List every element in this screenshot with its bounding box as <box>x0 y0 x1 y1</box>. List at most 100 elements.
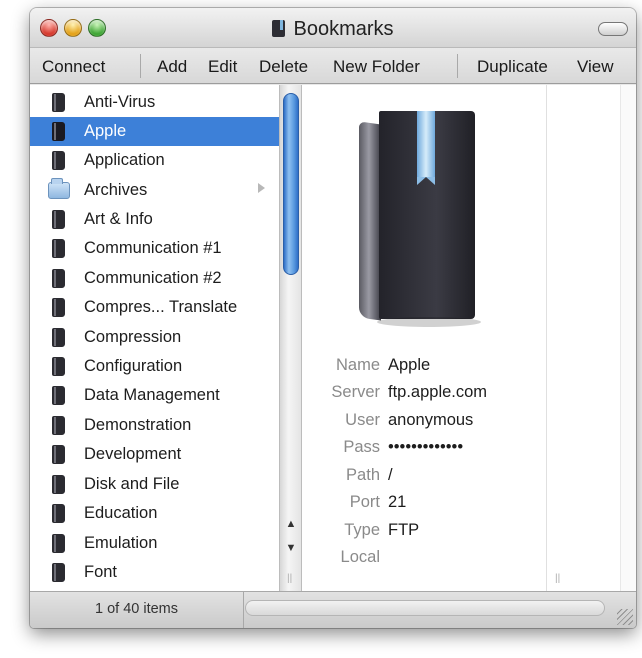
list-item[interactable]: Education <box>30 499 279 528</box>
list-item[interactable]: Emulation <box>30 529 279 558</box>
detail-key: Type <box>344 521 380 539</box>
list-item[interactable]: Compres... Translate <box>30 293 279 322</box>
detail-row-server: Server ftp.apple.com <box>303 383 546 409</box>
detail-value: anonymous <box>388 411 474 429</box>
list-item[interactable]: Data Management <box>30 381 279 410</box>
list-item[interactable]: Disk and File <box>30 470 279 499</box>
book-icon <box>52 504 65 523</box>
scroll-thumb[interactable] <box>283 93 299 275</box>
toolbar-toggle-button[interactable] <box>598 22 628 36</box>
book-icon <box>52 298 65 317</box>
list-item-label: Data Management <box>84 386 220 404</box>
bookmark-list[interactable]: Anti-Virus Apple Application Archives Ar… <box>30 85 279 591</box>
book-ribbon <box>417 111 435 185</box>
detail-row-port: Port 21 <box>303 493 546 519</box>
book-icon <box>52 416 65 435</box>
folder-icon <box>48 178 70 199</box>
bookmark-book-icon <box>359 111 481 331</box>
toolbar-separator <box>140 54 141 78</box>
list-item-label: Font <box>84 563 118 581</box>
browser-content: Anti-Virus Apple Application Archives Ar… <box>30 85 636 591</box>
list-item-label: Apple <box>84 122 127 140</box>
column-resize-handle[interactable]: || <box>287 573 292 584</box>
connect-button[interactable]: Connect <box>42 57 105 77</box>
book-icon <box>52 210 65 229</box>
book-spine <box>359 121 381 321</box>
detail-value: / <box>388 466 393 484</box>
toolbar-separator <box>457 54 458 78</box>
book-icon <box>52 563 65 582</box>
column-scrollbar[interactable] <box>620 85 636 591</box>
scroll-up-arrow-icon[interactable]: ▲ <box>284 517 298 531</box>
list-item[interactable]: Configuration <box>30 352 279 381</box>
detail-key: Local <box>340 548 380 566</box>
detail-key: Server <box>331 383 380 401</box>
list-item-folder[interactable]: Archives <box>30 176 279 205</box>
list-scrollbar[interactable]: ▲ ▼ || <box>279 85 302 591</box>
book-icon <box>52 93 65 112</box>
horizontal-scrollbar[interactable] <box>245 600 605 616</box>
detail-key: Name <box>335 356 380 374</box>
duplicate-button[interactable]: Duplicate <box>477 57 548 77</box>
detail-value: 21 <box>388 493 407 511</box>
resize-grip-icon[interactable] <box>617 609 633 625</box>
detail-value: FTP <box>388 521 420 539</box>
list-item[interactable]: Font <box>30 558 279 587</box>
edit-button[interactable]: Edit <box>208 57 237 77</box>
list-item-label: Education <box>84 504 158 522</box>
book-icon <box>52 151 65 170</box>
book-icon <box>52 328 65 347</box>
toolbar: Connect Add Edit Delete New Folder Dupli… <box>30 48 636 84</box>
list-item[interactable]: Anti-Virus <box>30 88 279 117</box>
list-item[interactable]: Compression <box>30 323 279 352</box>
list-item[interactable]: Demonstration <box>30 411 279 440</box>
window-title-text: Bookmarks <box>293 18 394 40</box>
detail-row-type: Type FTP <box>303 521 546 547</box>
bookmarks-window: Bookmarks Connect Add Edit Delete New Fo… <box>30 8 636 628</box>
add-button[interactable]: Add <box>157 57 187 77</box>
book-icon <box>52 534 65 553</box>
detail-row-user: User anonymous <box>303 411 546 437</box>
detail-row-path: Path / <box>303 466 546 492</box>
delete-button[interactable]: Delete <box>259 57 308 77</box>
column-resize-handle[interactable]: || <box>555 573 560 584</box>
list-item-label: Compression <box>84 328 182 346</box>
detail-row-pass: Pass ••••••••••••• <box>303 438 546 464</box>
list-item-label: Compres... Translate <box>84 298 238 316</box>
window-title: Bookmarks <box>30 18 636 41</box>
list-item-label: Development <box>84 445 182 463</box>
view-button[interactable]: View <box>577 57 614 77</box>
list-item-label: Configuration <box>84 357 183 375</box>
disclosure-arrow-icon <box>258 183 265 193</box>
scroll-down-arrow-icon[interactable]: ▼ <box>284 541 298 555</box>
detail-value: Apple <box>388 356 431 374</box>
detail-key: Port <box>349 493 380 511</box>
detail-key: Path <box>346 466 380 484</box>
new-folder-button[interactable]: New Folder <box>333 57 420 77</box>
list-item-label: Communication #1 <box>84 239 222 257</box>
book-icon <box>52 357 65 376</box>
detail-value: ••••••••••••• <box>388 438 464 456</box>
list-item-selected[interactable]: Apple <box>30 117 279 146</box>
book-icon <box>52 386 65 405</box>
list-item-label: Communication #2 <box>84 269 222 287</box>
book-icon <box>52 475 65 494</box>
list-item-label: Disk and File <box>84 475 180 493</box>
list-item-label: Application <box>84 151 165 169</box>
list-item-label: Emulation <box>84 534 158 552</box>
list-item[interactable]: Development <box>30 440 279 469</box>
list-item[interactable]: Art & Info <box>30 205 279 234</box>
bookmarks-icon <box>272 20 286 37</box>
list-item[interactable]: Communication #1 <box>30 234 279 263</box>
book-shadow <box>377 317 481 327</box>
list-item[interactable]: Communication #2 <box>30 264 279 293</box>
title-bar[interactable]: Bookmarks <box>30 8 636 48</box>
book-icon <box>52 239 65 258</box>
list-item[interactable]: Application <box>30 146 279 175</box>
detail-key: User <box>345 411 380 429</box>
book-icon <box>52 269 65 288</box>
detail-key: Pass <box>343 438 380 456</box>
empty-column-pane[interactable]: || <box>546 85 636 591</box>
book-icon <box>52 445 65 464</box>
status-cell: 1 of 40 items <box>30 592 244 628</box>
